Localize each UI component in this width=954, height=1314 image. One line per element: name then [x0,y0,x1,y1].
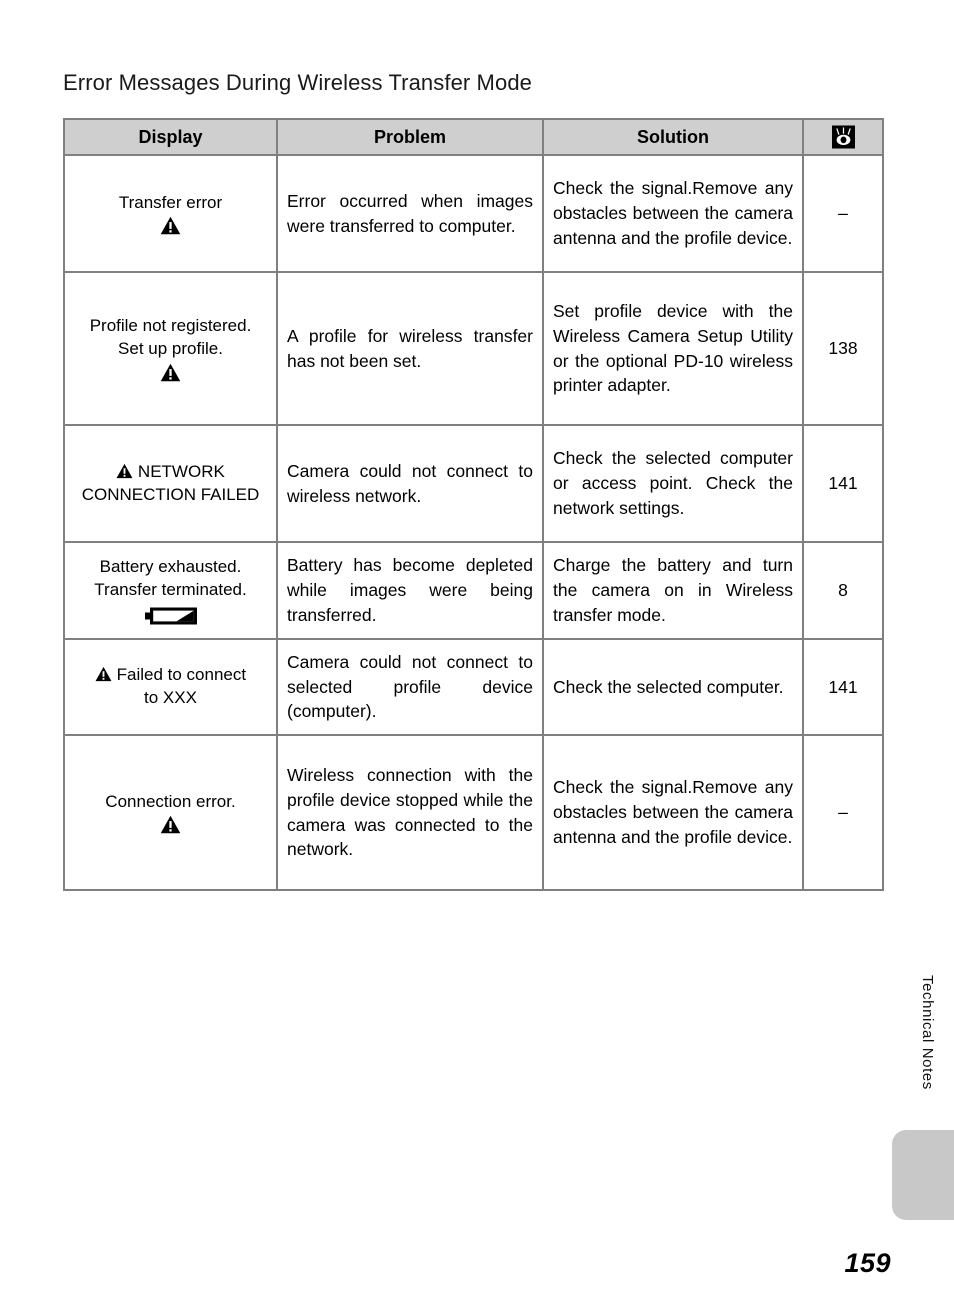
section-side-label: Technical Notes [919,975,936,1090]
reference-cell: 8 [802,541,884,640]
column-header-problem: Problem [276,118,544,156]
display-cell: Battery exhausted. Transfer terminated. [63,541,278,640]
battery-empty-icon [71,607,270,625]
solution-cell: Check the selected computer. [542,638,804,736]
solution-cell: Check the signal.Remove any obstacles be… [542,734,804,891]
warning-triangle-icon [116,463,133,479]
display-line: Failed to connect [71,664,270,687]
problem-cell: A profile for wireless transfer has not … [276,271,544,426]
display-cell: Failed to connect to XXX [63,638,278,736]
table-row: Transfer error Error occurred when image… [63,154,884,273]
solution-cell: Charge the battery and turn the camera o… [542,541,804,640]
eye-reference-icon [831,125,855,149]
problem-cell: Camera could not connect to selected pro… [276,638,544,736]
solution-cell: Check the selected computer or access po… [542,424,804,543]
table-row: Failed to connect to XXX Camera could no… [63,638,884,736]
section-thumb-tab [892,1130,954,1220]
solution-cell: Check the signal.Remove any obstacles be… [542,154,804,273]
display-line: Profile not registered. [89,316,252,336]
table-row: Battery exhausted. Transfer terminated. … [63,541,884,640]
display-line: NETWORK [71,461,270,484]
error-messages-table: Display Problem Solution Transfer error … [63,118,884,891]
display-cell: Connection error. [63,734,278,891]
reference-cell: 141 [802,638,884,736]
display-cell: NETWORK CONNECTION FAILED [63,424,278,543]
table-header-row: Display Problem Solution [63,118,884,156]
problem-cell: Wireless connection with the profile dev… [276,734,544,891]
table-row: NETWORK CONNECTION FAILED Camera could n… [63,424,884,543]
display-cell: Profile not registered. Set up profile. [63,271,278,426]
table-row: Connection error. Wireless connection wi… [63,734,884,891]
display-line: Set up profile. [118,339,223,358]
display-cell: Transfer error [63,154,278,273]
warning-triangle-icon [71,216,270,235]
display-line: Battery exhausted. [99,557,242,577]
solution-cell: Set profile device with the Wireless Cam… [542,271,804,426]
problem-cell: Battery has become depleted while images… [276,541,544,640]
display-line: CONNECTION FAILED [81,484,260,504]
reference-cell: 138 [802,271,884,426]
page-number: 159 [844,1248,891,1278]
warning-triangle-icon [71,363,270,382]
reference-cell: – [802,734,884,891]
reference-cell: – [802,154,884,273]
display-line: Connection error. [105,791,236,811]
display-line: to XXX [144,688,197,707]
warning-triangle-icon [95,666,112,682]
problem-cell: Camera could not connect to wireless net… [276,424,544,543]
display-line: Transfer error [118,192,223,212]
column-header-solution: Solution [542,118,804,156]
table-row: Profile not registered. Set up profile. … [63,271,884,426]
display-line-text: NETWORK [137,461,225,481]
reference-cell: 141 [802,424,884,543]
display-line-text: Failed to connect [116,665,247,685]
column-header-reference [802,118,884,156]
display-line: Transfer terminated. [94,580,247,599]
problem-cell: Error occurred when images were transfer… [276,154,544,273]
page-title: Error Messages During Wireless Transfer … [63,70,532,95]
column-header-display: Display [63,118,278,156]
warning-triangle-icon [71,815,270,834]
